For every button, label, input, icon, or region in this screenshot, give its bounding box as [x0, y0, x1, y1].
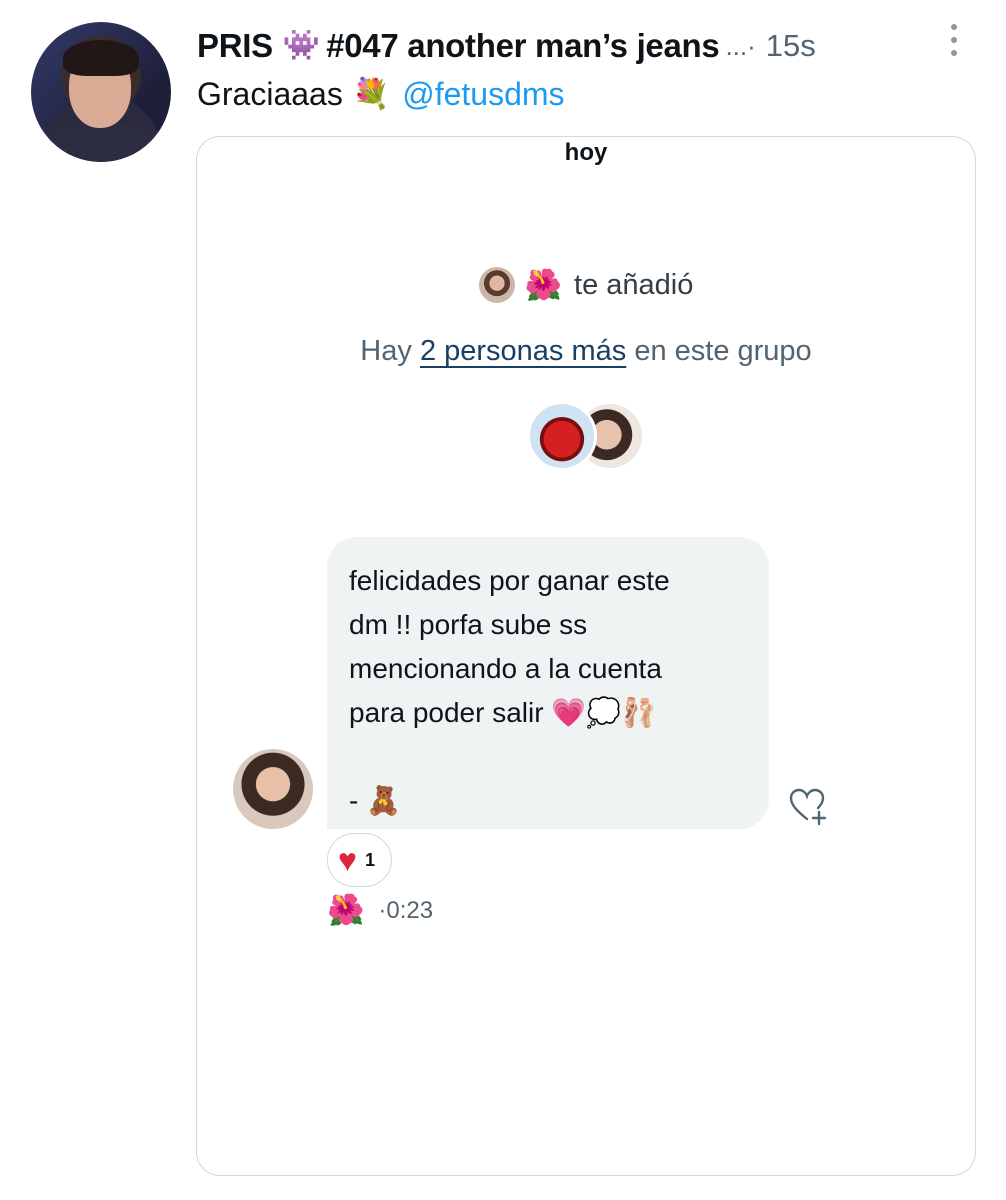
message-line-with-emoji: para poder salir 💗💭🩰 [349, 691, 747, 735]
member-avatar-car [527, 401, 597, 471]
red-heart-icon: ♥ [338, 842, 357, 878]
dot [951, 37, 957, 43]
ballet-shoes-icon: 🩰 [621, 697, 656, 728]
added-to-group-notice: 🌺 te añadió [197, 267, 975, 303]
message-line: dm !! porfa sube ss [349, 609, 588, 640]
tweet-media-image[interactable]: hoy 🌺 te añadió Hay 2 personas más en es… [196, 136, 976, 1176]
heart-reaction-chip[interactable]: ♥ 1 [327, 833, 393, 887]
avatar-hair [63, 40, 139, 76]
hibiscus-icon: 🌺 [327, 894, 365, 927]
reaction-count: 1 [365, 849, 376, 870]
sender-avatar[interactable] [233, 749, 313, 829]
tweet-text: Graciaaas 💐 @fetusdms [197, 76, 565, 113]
people-suffix: en este grupo [634, 335, 812, 367]
tweet-text-body: Graciaaas [197, 76, 343, 112]
hibiscus-icon: 🌺 [524, 268, 563, 302]
message-line: mencionando a la cuenta [349, 653, 662, 684]
group-members-link[interactable]: 2 personas más [420, 335, 626, 367]
add-reaction-icon[interactable] [787, 785, 829, 827]
day-label: hoy [564, 139, 608, 166]
teddy-bear-icon: 🧸 [366, 785, 401, 816]
avatar-shirt [41, 122, 161, 162]
name-ellipsis: ...· [725, 30, 756, 61]
people-prefix: Hay [360, 335, 412, 367]
group-member-avatars[interactable] [527, 401, 645, 471]
message-line: felicidades por ganar este [349, 565, 670, 596]
author-avatar[interactable] [31, 22, 171, 162]
space-invader-icon: 👾 [282, 29, 321, 62]
tweet-time[interactable]: 15s [766, 28, 816, 64]
adder-avatar [478, 267, 515, 303]
dot [951, 50, 957, 56]
message-signature-line: - 🧸 [349, 779, 747, 823]
group-members-notice: Hay 2 personas más en este grupo [197, 335, 975, 368]
display-name[interactable]: PRIS [197, 27, 273, 65]
message-bubble[interactable]: felicidades por ganar este dm !! porfa s… [327, 537, 769, 829]
added-text: te añadió [574, 268, 694, 301]
tweet-header: PRIS 👾 #047 another man’s jeans ...· 15s [197, 24, 816, 68]
thought-bubble-icon: 💭 [586, 697, 622, 728]
bouquet-icon: 💐 [352, 78, 391, 111]
more-options-icon[interactable] [948, 24, 960, 56]
pink-heart-icon: 💗 [551, 697, 587, 728]
mention-link[interactable]: @fetusdms [402, 76, 564, 113]
display-name-suffix[interactable]: #047 another man’s jeans [326, 27, 720, 65]
message-line-text: para poder salir [349, 697, 544, 728]
dot [951, 24, 957, 30]
message-signature: - [349, 785, 359, 816]
message-time: ·0:23 [378, 896, 434, 924]
message-meta: 🌺 ·0:23 [327, 893, 433, 928]
